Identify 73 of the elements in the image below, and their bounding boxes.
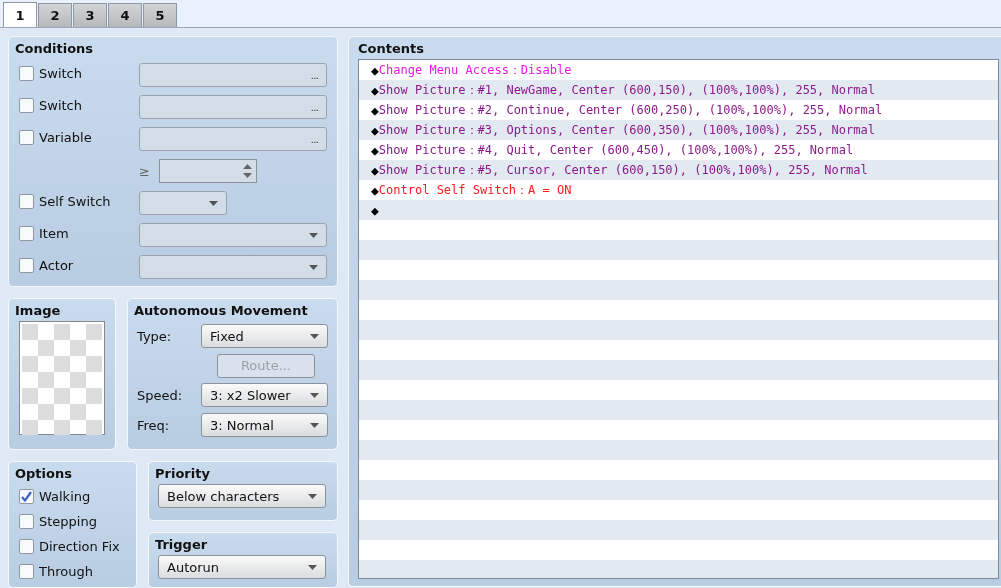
caret-icon — [309, 232, 318, 238]
checkbox-label: Variable — [39, 130, 92, 145]
checkbox-label: Actor — [39, 258, 74, 273]
command-text: Show Picture：#4, Quit, Center (600,450), (100%,100%), 255, Normal — [378, 141, 854, 159]
list-row[interactable] — [359, 520, 998, 540]
tab[interactable]: 4 — [108, 3, 142, 27]
command-bullet: ◆ — [371, 162, 379, 178]
list-row[interactable] — [359, 480, 998, 500]
checkbox-label: Direction Fix — [39, 539, 120, 554]
command-bullet: ◆ — [371, 62, 379, 78]
command-bullet: ◆ — [371, 102, 379, 118]
group-title: Image — [15, 303, 62, 318]
command-bullet: ◆ — [371, 182, 379, 198]
dropdown[interactable]: Below characters — [158, 484, 326, 508]
list-row[interactable]: ◆Show Picture：#1, NewGame, Center (600,150), (100%,100%), 255, Normal — [359, 80, 998, 100]
caret-icon — [308, 564, 317, 570]
command-bullet: ◆ — [371, 202, 379, 218]
checkbox-label: Item — [39, 226, 69, 241]
command-text: Show Picture：#5, Cursor, Center (600,150), (100%,100%), 255, Normal — [378, 161, 868, 179]
caret-icon — [308, 493, 317, 499]
group-title: Priority — [155, 466, 211, 481]
checked-checkbox[interactable] — [19, 489, 34, 504]
command-bullet: ◆ — [371, 142, 379, 158]
checkbox-label: Switch — [39, 66, 82, 81]
field-label: Type: — [137, 328, 173, 344]
checkbox[interactable] — [19, 564, 34, 579]
list-row[interactable] — [359, 560, 998, 578]
command-text: Show Picture：#2, Continue, Center (600,250), (100%,100%), 255, Normal — [378, 101, 883, 119]
field-label: Freq: — [137, 417, 171, 433]
dropdown[interactable]: Autorun — [158, 555, 326, 579]
list-row[interactable] — [359, 320, 998, 340]
checkbox-label: Switch — [39, 98, 82, 113]
command-text: Show Picture：#3, Options, Center (600,350), (100%,100%), 255, Normal — [378, 121, 875, 139]
list-row[interactable] — [359, 240, 998, 260]
group-title: Options — [15, 466, 73, 481]
command-bullet: ◆ — [371, 82, 379, 98]
caret-icon — [209, 200, 218, 206]
list-row[interactable]: ◆Show Picture：#3, Options, Center (600,350), (100%,100%), 255, Normal — [359, 120, 998, 140]
group-title: Trigger — [155, 537, 209, 552]
list-row[interactable] — [359, 360, 998, 380]
dropdown[interactable]: 3: x2 Slower — [201, 383, 328, 407]
group-title: Contents — [358, 41, 425, 56]
caret-icon — [310, 392, 319, 398]
spin-arrows-icon — [243, 163, 252, 179]
list-row[interactable]: ◆Show Picture：#5, Cursor, Center (600,150), (100%,100%), 255, Normal — [359, 160, 998, 180]
list-row[interactable] — [359, 280, 998, 300]
dropdown[interactable]: Fixed — [201, 324, 328, 348]
list-row[interactable]: ◆ — [359, 200, 998, 220]
tab[interactable]: 1 — [3, 2, 37, 27]
tab[interactable]: 2 — [38, 3, 72, 27]
command-text: Change Menu Access：Disable — [378, 61, 572, 79]
caret-icon — [309, 264, 318, 270]
checkbox-label: Self Switch — [39, 194, 111, 209]
caret-icon — [310, 333, 319, 339]
checkbox-label: Through — [39, 564, 93, 579]
command-text: Show Picture：#1, NewGame, Center (600,150), (100%,100%), 255, Normal — [378, 81, 875, 99]
field-label: Speed: — [137, 387, 184, 403]
dropdown[interactable]: 3: Normal — [201, 413, 328, 437]
list-row[interactable] — [359, 440, 998, 460]
list-row[interactable] — [359, 400, 998, 420]
tab[interactable]: 5 — [143, 3, 177, 27]
checkbox-label: Walking — [39, 489, 91, 504]
group-title: Conditions — [15, 41, 95, 56]
checkbox[interactable] — [19, 514, 34, 529]
group-title: Autonomous Movement — [134, 303, 309, 318]
operator-label: ≥ — [139, 163, 151, 179]
tab[interactable]: 3 — [73, 3, 107, 27]
command-bullet: ◆ — [371, 122, 379, 138]
caret-icon — [310, 422, 319, 428]
command-text: Control Self Switch：A = ON — [378, 181, 572, 199]
checkbox[interactable] — [19, 539, 34, 554]
checkmark-icon — [20, 490, 33, 503]
checkbox-label: Stepping — [39, 514, 97, 529]
